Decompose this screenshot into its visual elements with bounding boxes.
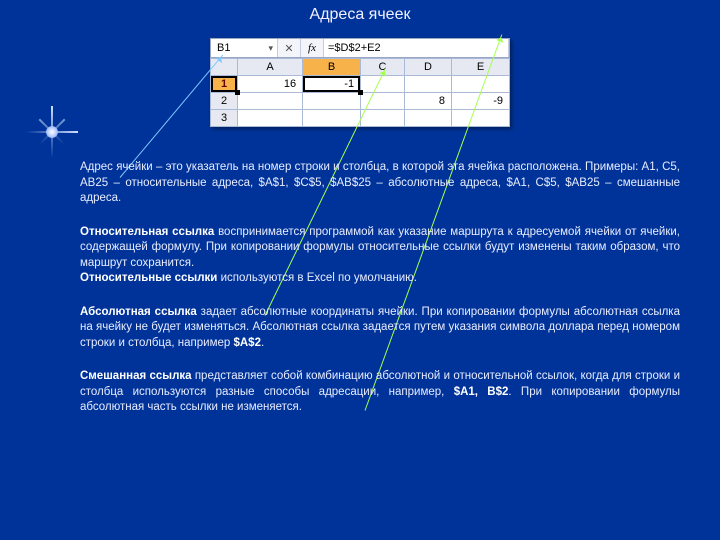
row-header[interactable]: 3 [211, 110, 238, 127]
para-definition: Адрес ячейки – это указатель на номер ст… [80, 160, 680, 207]
cell-C3[interactable] [361, 110, 405, 127]
term-mixed: Смешанная ссылка [80, 370, 192, 382]
fx-icon[interactable]: fx [301, 39, 324, 57]
cell-D2[interactable]: 8 [404, 93, 451, 110]
slide: Адреса ячеек B1 ✕ fx =$D$2+E2 A B C D E … [0, 0, 720, 540]
cancel-icon[interactable]: ✕ [278, 39, 301, 57]
col-header[interactable]: B [303, 59, 361, 76]
formula-bar: B1 ✕ fx =$D$2+E2 [210, 38, 510, 58]
cell-B1[interactable]: -1 [303, 76, 361, 93]
term-absolute: Абсолютная ссылка [80, 306, 197, 318]
cell-E3[interactable] [452, 110, 510, 127]
cell-E2[interactable]: -9 [452, 93, 510, 110]
cell-B3[interactable] [303, 110, 361, 127]
row-header[interactable]: 2 [211, 93, 238, 110]
text-body: Адрес ячейки – это указатель на номер ст… [80, 160, 680, 434]
cell-A2[interactable] [238, 93, 303, 110]
para-mixed: Смешанная ссылка представляет собой комб… [80, 369, 680, 416]
example-absolute: $A$2 [233, 337, 261, 349]
slide-title: Адреса ячеек [0, 6, 720, 24]
para-absolute: Абсолютная ссылка задает абсолютные коор… [80, 305, 680, 352]
para-relative: Относительная ссылка воспринимается прог… [80, 225, 680, 287]
col-header[interactable]: A [238, 59, 303, 76]
row-header[interactable]: 1 [211, 76, 238, 93]
cell-B2[interactable] [303, 93, 361, 110]
col-header[interactable]: E [452, 59, 510, 76]
col-header[interactable]: D [404, 59, 451, 76]
term-relative-default: Относительные ссылки [80, 272, 217, 284]
term-relative: Относительная ссылка [80, 226, 214, 238]
cell-A3[interactable] [238, 110, 303, 127]
example-mixed: $A1, B$2 [454, 386, 509, 398]
corner-cell[interactable] [211, 59, 238, 76]
cell-D1[interactable] [404, 76, 451, 93]
formula-value[interactable]: =$D$2+E2 [324, 39, 509, 57]
cell-A1[interactable]: 16 [238, 76, 303, 93]
cell-C1[interactable] [361, 76, 405, 93]
excel-snippet: B1 ✕ fx =$D$2+E2 A B C D E 1 16 -1 [210, 38, 510, 127]
star-decoration [32, 112, 72, 152]
cell-D3[interactable] [404, 110, 451, 127]
